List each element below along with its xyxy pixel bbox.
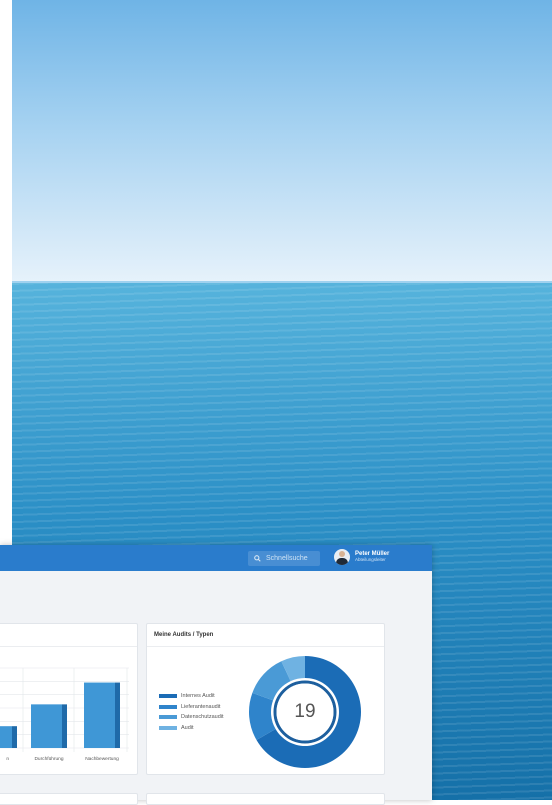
bar-side [62,704,67,748]
x-tick-label: Durchführung [34,756,63,762]
legend-label: Datenschutzaudit [181,714,224,721]
legend-label: Lieferantenaudit [181,703,221,710]
search-icon [254,555,261,562]
status-bar-chart: n Durchführung Nachbewertung [0,667,129,762]
legend-swatch [159,694,177,699]
bar-side [115,682,120,748]
user-menu[interactable]: Peter Müller Abteilungsleiter [334,549,389,565]
legend-label: Audit [181,724,194,731]
bar-side [12,726,17,748]
audit-types-card: Meine Audits / Typen Internes Audit Liefe… [146,623,385,775]
bar [84,682,115,748]
donut-legend: Internes Audit Lieferantenaudit Datenschut… [159,691,224,733]
search-placeholder: Schnellsuche [266,555,308,562]
legend-swatch [159,715,177,720]
bar [0,726,12,748]
legend-swatch [159,725,177,730]
app-window: Schnellsuche Peter Müller Abteilungsleit… [0,545,432,805]
audit-status-card: n Durchführung Nachbewertung [0,623,138,775]
page-edge [0,0,12,545]
x-tick-label: Nachbewertung [85,756,119,762]
legend-item: Datenschutzaudit [159,712,224,723]
card-divider [147,646,384,647]
avatar [334,549,350,565]
card-title: Meine Audits / Typen [154,632,214,638]
donut-total: 19 [294,701,316,722]
legend-item: Internes Audit [159,691,224,702]
legend-swatch [159,704,177,709]
legend-label: Internes Audit [181,693,215,700]
card-divider [0,646,137,647]
sky [12,0,552,282]
x-tick-label: n [6,757,9,762]
search-input[interactable]: Schnellsuche [248,551,320,566]
top-bar: Schnellsuche Peter Müller Abteilungsleit… [0,545,432,571]
bar [31,704,62,748]
dashboard-card [146,793,385,805]
user-role: Abteilungsleiter [355,557,386,563]
dashboard-card [0,793,138,805]
legend-item: Lieferantenaudit [159,702,224,713]
legend-item: Audit [159,723,224,734]
